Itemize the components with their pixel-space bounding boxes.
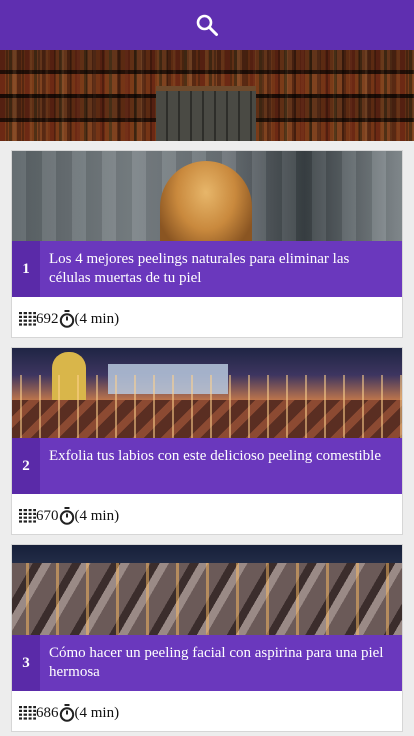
stopwatch-icon [59,704,75,722]
search-icon[interactable] [193,11,221,39]
read-time: (4 min) [74,704,120,721]
article-title-bar[interactable]: 1 Los 4 mejores peelings naturales para … [12,241,402,297]
article-title[interactable]: Cómo hacer un peeling facial con aspirin… [49,644,394,682]
read-time: (4 min) [74,507,120,524]
article-title[interactable]: Los 4 mejores peelings naturales para el… [49,250,394,288]
text-lines-icon [19,509,36,523]
image-houses [12,563,402,635]
image-lights [12,348,402,438]
article-image[interactable] [12,348,402,438]
word-count: 686 [36,704,59,721]
article-meta: 670 (4 min) [19,506,119,526]
article-title-bar[interactable]: 2 Exfolia tus labios con este delicioso … [12,438,402,494]
article-card[interactable]: 3 Cómo hacer un peeling facial con aspir… [11,544,403,732]
article-meta: 686 (4 min) [19,703,119,723]
article-title[interactable]: Exfolia tus labios con este delicioso pe… [49,447,394,466]
article-card[interactable]: 2 Exfolia tus labios con este delicioso … [11,347,403,535]
top-bar [0,0,414,50]
word-count: 692 [36,310,59,327]
door-graphic [156,86,256,141]
article-meta: 692 (4 min) [19,309,119,329]
text-lines-icon [19,312,36,326]
stopwatch-icon [59,507,75,525]
text-lines-icon [19,706,36,720]
word-count: 670 [36,507,59,524]
article-image[interactable] [12,545,402,635]
article-image[interactable] [12,151,402,241]
banner-image [0,50,414,141]
article-number: 2 [12,438,40,494]
stopwatch-icon [59,310,75,328]
read-time: (4 min) [74,310,120,327]
article-number: 3 [12,635,40,691]
article-title-bar[interactable]: 3 Cómo hacer un peeling facial con aspir… [12,635,402,691]
article-card[interactable]: 1 Los 4 mejores peelings naturales para … [11,150,403,338]
article-number: 1 [12,241,40,297]
